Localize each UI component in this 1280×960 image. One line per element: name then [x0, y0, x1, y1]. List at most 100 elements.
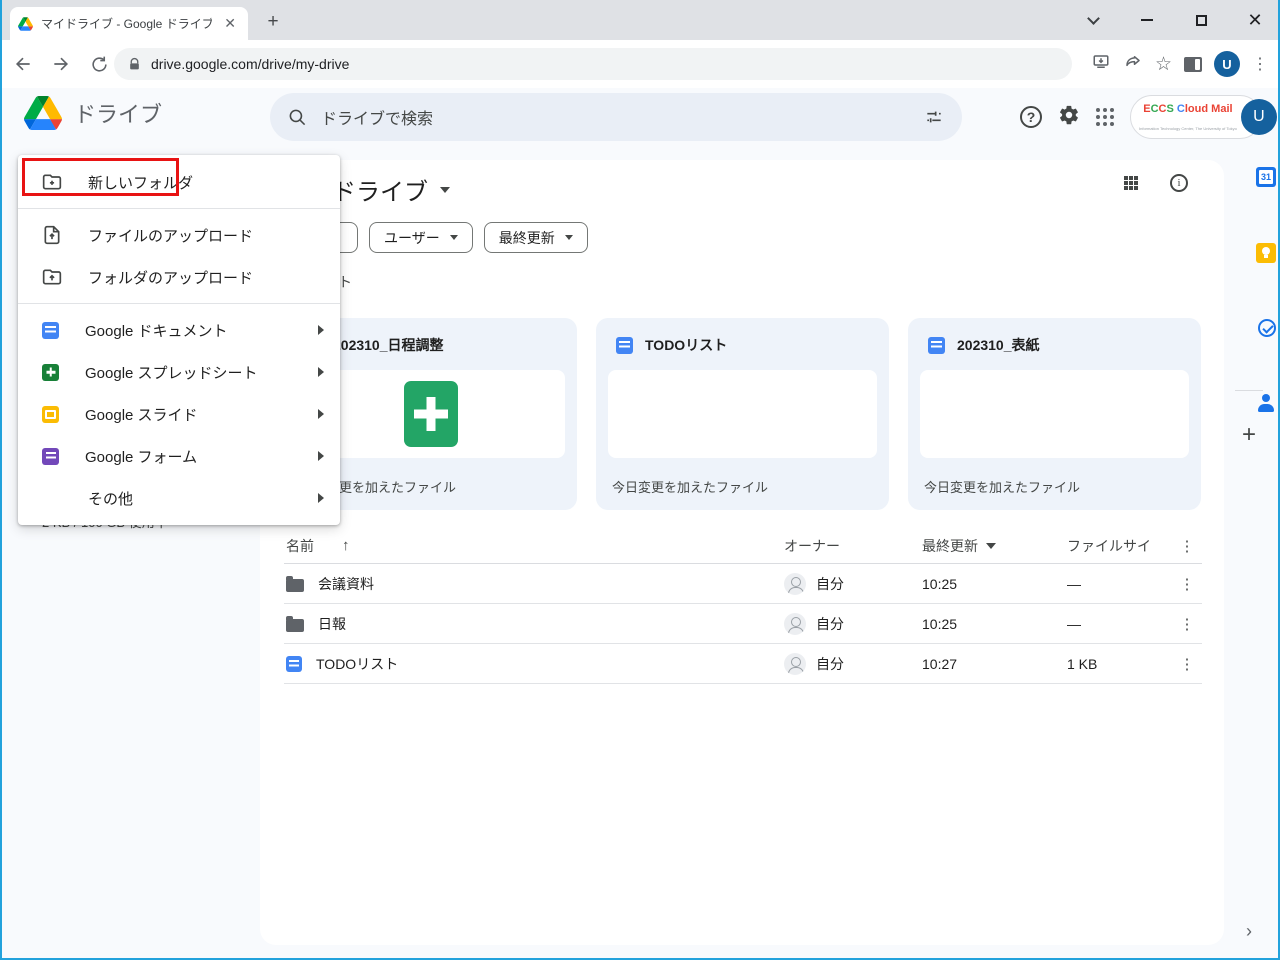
- drive-avatar[interactable]: U: [1241, 99, 1277, 135]
- share-icon[interactable]: [1123, 53, 1143, 76]
- tab-search-icon[interactable]: [1078, 5, 1108, 35]
- account-brand-text: ECCS Cloud Mail: [1143, 103, 1232, 115]
- chrome-menu-icon[interactable]: ⋮: [1252, 54, 1268, 74]
- menu-item-new-folder[interactable]: 新しいフォルダ: [18, 161, 340, 203]
- slides-icon: [42, 406, 59, 423]
- browser-window: マイドライブ - Google ドライブ ✕ + ✕ drive.google.…: [0, 0, 1280, 960]
- companion-sidebar: 31 + ›: [1222, 145, 1276, 958]
- folder-icon: [286, 579, 304, 592]
- file-upload-icon: [42, 225, 62, 245]
- tab-title: マイドライブ - Google ドライブ: [41, 15, 212, 32]
- sort-ascending-icon[interactable]: ↑: [342, 537, 350, 554]
- table-row[interactable]: 会議資料 自分 10:25 — ⋮: [284, 564, 1202, 604]
- minimize-button[interactable]: [1132, 5, 1162, 35]
- main-content: マイドライブ i ユーザー 最終更新 ト 202310_日程調整: [260, 160, 1224, 945]
- suggested-section-label: ト: [338, 272, 352, 292]
- search-placeholder: ドライブで検索: [321, 105, 910, 129]
- submenu-arrow-icon: [318, 409, 324, 419]
- bookmark-star-icon[interactable]: ☆: [1155, 53, 1172, 76]
- url-bar[interactable]: drive.google.com/drive/my-drive: [114, 48, 1072, 80]
- reload-icon[interactable]: [82, 47, 116, 81]
- menu-item-file-upload[interactable]: ファイルのアップロード: [18, 214, 340, 256]
- table-row[interactable]: 日報 自分 10:25 — ⋮: [284, 604, 1202, 644]
- account-brand: ECCS Cloud Mail Information Technology C…: [1139, 99, 1237, 134]
- submenu-arrow-icon: [318, 367, 324, 377]
- search-bar[interactable]: ドライブで検索: [270, 93, 962, 141]
- forms-icon: [42, 448, 59, 465]
- column-modified[interactable]: 最終更新: [922, 536, 996, 556]
- grid-view-icon[interactable]: [1124, 176, 1138, 190]
- title-dropdown-icon[interactable]: [440, 187, 450, 193]
- row-more-icon[interactable]: ⋮: [1177, 575, 1197, 593]
- drive-logo-icon: [24, 96, 62, 130]
- docs-icon: [286, 656, 302, 672]
- drive-logo[interactable]: ドライブ: [24, 96, 162, 130]
- side-panel-icon[interactable]: [1184, 57, 1202, 72]
- calendar-icon[interactable]: 31: [1256, 167, 1276, 187]
- menu-item-folder-upload[interactable]: フォルダのアップロード: [18, 256, 340, 298]
- tab-close-icon[interactable]: ✕: [220, 15, 240, 32]
- info-icon[interactable]: i: [1170, 174, 1188, 192]
- menu-item-google-slides[interactable]: Google スライド: [18, 393, 340, 435]
- sidebar-divider: [1235, 390, 1263, 391]
- tasks-icon[interactable]: [1258, 319, 1276, 337]
- suggested-card[interactable]: 202310_表紙 今日変更を加えたファイル: [908, 318, 1201, 510]
- docs-icon: [616, 337, 633, 354]
- card-thumbnail: [920, 370, 1189, 458]
- window-titlebar: マイドライブ - Google ドライブ ✕ + ✕: [2, 0, 1278, 40]
- close-button[interactable]: ✕: [1240, 5, 1270, 35]
- url-text: drive.google.com/drive/my-drive: [151, 56, 349, 72]
- account-pill[interactable]: ECCS Cloud Mail Information Technology C…: [1130, 95, 1262, 139]
- drive-logo-text: ドライブ: [74, 97, 162, 129]
- new-folder-icon: [42, 172, 62, 192]
- settings-gear-icon[interactable]: [1058, 104, 1080, 131]
- search-icon: [288, 108, 307, 127]
- account-brand-subtitle: Information Technology Center, The Unive…: [1139, 126, 1237, 131]
- install-icon[interactable]: [1091, 53, 1111, 76]
- file-list: 名前↑ オーナー 最終更新 ファイルサイ ⋮ 会議資料 自分 10:25 — ⋮…: [284, 528, 1202, 684]
- new-tab-button[interactable]: +: [262, 12, 284, 34]
- header-more-icon[interactable]: ⋮: [1177, 537, 1197, 555]
- row-more-icon[interactable]: ⋮: [1177, 655, 1197, 673]
- menu-item-more[interactable]: その他: [18, 477, 340, 519]
- google-apps-icon[interactable]: [1096, 108, 1114, 126]
- docs-icon: [928, 337, 945, 354]
- submenu-arrow-icon: [318, 451, 324, 461]
- search-options-icon[interactable]: [924, 107, 944, 127]
- menu-divider: [18, 303, 340, 304]
- collapse-panel-icon[interactable]: ›: [1246, 921, 1252, 942]
- sheets-logo-thumb: [404, 381, 458, 447]
- back-icon[interactable]: [6, 47, 40, 81]
- file-list-header: 名前↑ オーナー 最終更新 ファイルサイ ⋮: [284, 528, 1202, 564]
- owner-avatar: [784, 573, 806, 595]
- menu-item-google-docs[interactable]: Google ドキュメント: [18, 309, 340, 351]
- drive-favicon-icon: [18, 17, 33, 31]
- folder-upload-icon: [42, 267, 62, 287]
- browser-avatar[interactable]: U: [1214, 51, 1240, 77]
- row-more-icon[interactable]: ⋮: [1177, 615, 1197, 633]
- browser-tab[interactable]: マイドライブ - Google ドライブ ✕: [10, 7, 248, 40]
- filter-chip-modified[interactable]: 最終更新: [484, 222, 588, 253]
- maximize-button[interactable]: [1186, 5, 1216, 35]
- card-thumbnail: [608, 370, 877, 458]
- suggested-card[interactable]: TODOリスト 今日変更を加えたファイル: [596, 318, 889, 510]
- column-size[interactable]: ファイルサイ: [1067, 536, 1151, 556]
- folder-icon: [286, 619, 304, 632]
- help-icon[interactable]: ?: [1020, 106, 1042, 128]
- column-owner[interactable]: オーナー: [784, 536, 840, 556]
- owner-avatar: [784, 653, 806, 675]
- add-panel-button[interactable]: +: [1242, 423, 1256, 447]
- sort-caret-icon: [986, 543, 996, 549]
- column-name[interactable]: 名前↑: [284, 536, 350, 556]
- drive-header: ドライブ ドライブで検索 ? ECCS Cloud Mail Informati…: [2, 88, 1278, 145]
- filter-chip-people[interactable]: ユーザー: [369, 222, 473, 253]
- table-row[interactable]: TODOリスト 自分 10:27 1 KB ⋮: [284, 644, 1202, 684]
- menu-item-google-forms[interactable]: Google フォーム: [18, 435, 340, 477]
- contacts-icon[interactable]: [1256, 393, 1276, 413]
- lock-icon: [128, 57, 141, 72]
- new-menu: 新しいフォルダ ファイルのアップロード フォルダのアップロード Google ド…: [18, 155, 340, 525]
- forward-icon[interactable]: [44, 47, 78, 81]
- menu-item-google-sheets[interactable]: Google スプレッドシート: [18, 351, 340, 393]
- submenu-arrow-icon: [318, 493, 324, 503]
- keep-icon[interactable]: [1256, 243, 1276, 263]
